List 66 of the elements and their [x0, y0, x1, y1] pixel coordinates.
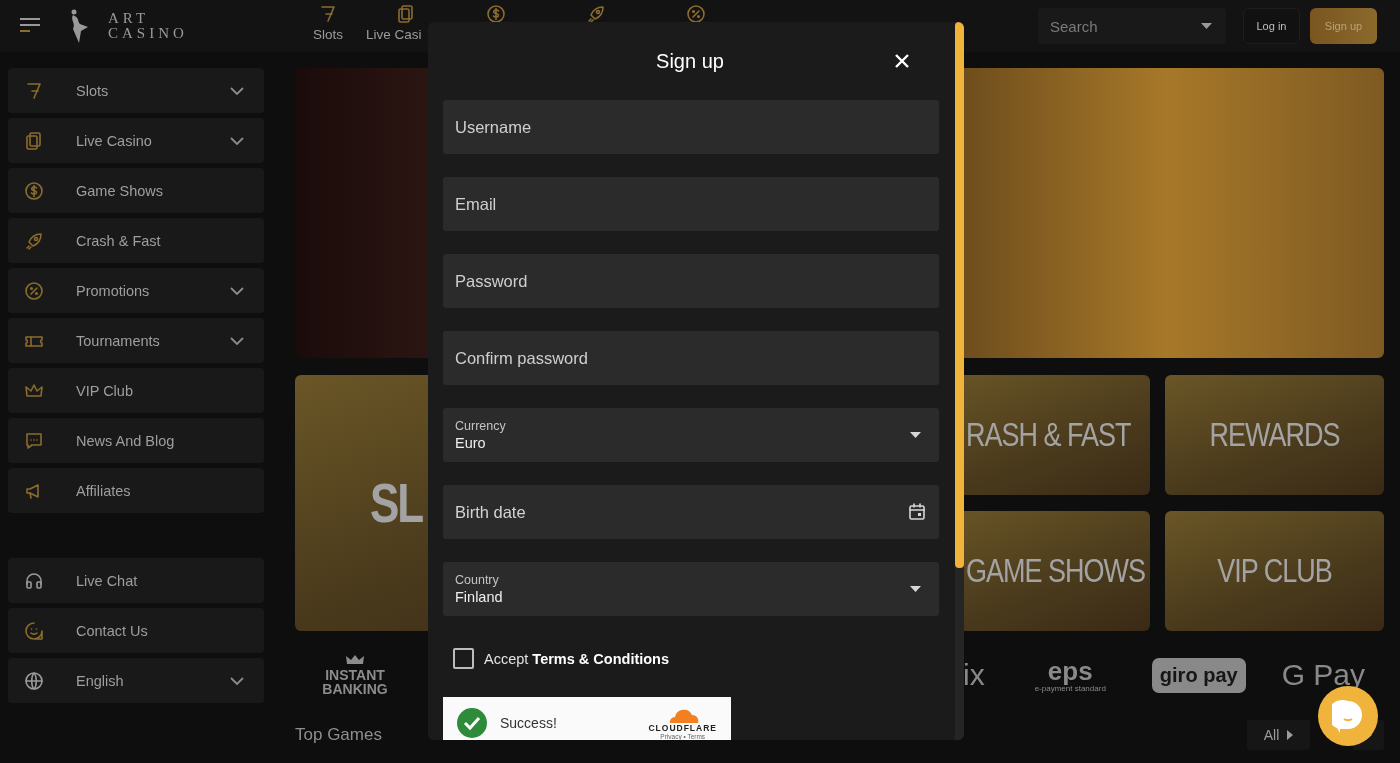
payment-logo: ix — [963, 658, 985, 692]
tile-title: SL — [370, 471, 423, 535]
date-field[interactable]: Birth date — [443, 485, 939, 539]
sidebar-item[interactable]: Game Shows — [8, 168, 264, 213]
coin-icon — [486, 4, 506, 24]
tile-title: REWARDS — [1209, 415, 1340, 455]
terms-label: Accept Terms & Conditions — [484, 650, 670, 667]
globe-icon — [24, 670, 44, 691]
calendar-icon — [907, 502, 927, 522]
sidebar-item[interactable]: English — [8, 658, 264, 703]
coin-icon — [24, 180, 44, 201]
sidebar-item[interactable]: Crash & Fast — [8, 218, 264, 263]
sidebar-item[interactable]: Tournaments — [8, 318, 264, 363]
cards-icon — [24, 130, 44, 151]
sidebar-item[interactable]: News And Blog — [8, 418, 264, 463]
brand-name: ART CASINO — [108, 11, 188, 41]
instant-banking-logo: INSTANT BANKING — [295, 654, 415, 696]
text-field[interactable]: Username — [443, 100, 939, 154]
dropdown-caret-icon — [910, 432, 921, 438]
eps-logo: eps e-payment standard — [1034, 657, 1106, 693]
text-field[interactable]: Email — [443, 177, 939, 231]
percent-icon — [686, 4, 706, 24]
select-field[interactable]: Currency Euro — [443, 408, 939, 462]
sidebar-item[interactable]: Live Chat — [8, 558, 264, 603]
dialog-title: Sign up — [656, 49, 724, 73]
password-field[interactable]: Confirm password — [443, 331, 939, 385]
select-field[interactable]: Country Finland — [443, 562, 939, 616]
sidebar-item[interactable]: Live Casino — [8, 118, 264, 163]
chat-icon — [1332, 699, 1364, 733]
tile-title: VIP CLUB — [1217, 551, 1332, 591]
payment-logo: G Pay — [1281, 658, 1365, 692]
menu-icon[interactable] — [20, 18, 40, 34]
chat-bubble-button[interactable] — [1318, 686, 1378, 746]
sidebar-item[interactable]: Promotions — [8, 268, 264, 313]
chat-icon — [24, 430, 44, 451]
search-field[interactable]: Search — [1038, 8, 1226, 44]
smiley-chat-icon — [24, 620, 44, 641]
tile-title: RASH & FAST — [966, 415, 1131, 455]
sidebar-item[interactable]: Affiliates — [8, 468, 264, 513]
scrollbar-thumb[interactable] — [955, 22, 964, 568]
section-title: Top Games — [295, 725, 382, 745]
password-field[interactable]: Password — [443, 254, 939, 308]
sidebar-item[interactable]: VIP Club — [8, 368, 264, 413]
terms-checkbox[interactable] — [453, 648, 474, 669]
payment-logo: giro pay — [1151, 657, 1246, 693]
dropdown-caret-icon — [910, 586, 921, 592]
headset-icon — [24, 570, 44, 591]
seven-icon — [318, 4, 338, 24]
sidebar-item[interactable]: Contact Us — [8, 608, 264, 653]
nav-item[interactable]: Slots — [290, 4, 366, 42]
sidebar-item[interactable]: Slots — [8, 68, 264, 113]
percent-icon — [24, 280, 44, 301]
caret-right-icon — [1287, 730, 1294, 740]
game-tile[interactable]: REWARDS — [1165, 375, 1384, 495]
cloudflare-wordmark: CLOUDFLARE — [648, 722, 717, 733]
nav-item[interactable]: Live Casi — [366, 4, 446, 42]
seven-icon — [24, 80, 44, 101]
cards-icon — [396, 4, 416, 24]
all-button[interactable]: All — [1247, 720, 1310, 750]
rocket-icon — [586, 4, 606, 24]
captcha-status: Success! — [500, 715, 557, 731]
dropdown-caret-icon — [1201, 23, 1212, 29]
rocket-icon — [24, 230, 44, 251]
game-tile[interactable]: VIP CLUB — [1165, 511, 1384, 631]
login-button[interactable]: Log in — [1243, 8, 1300, 44]
tile-title: GAME SHOWS — [966, 551, 1145, 591]
